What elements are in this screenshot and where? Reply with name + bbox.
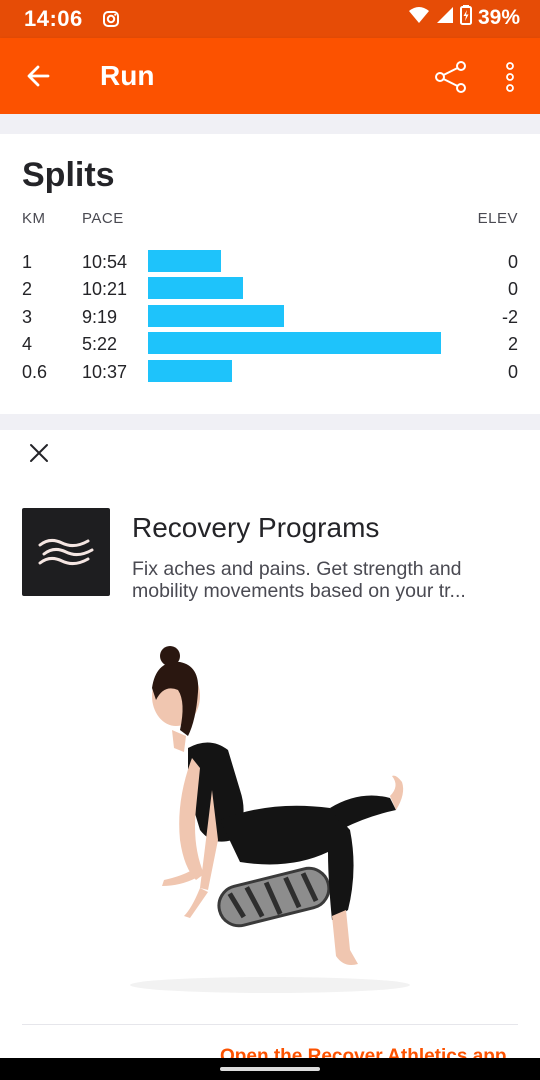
section-divider (0, 414, 540, 430)
close-icon (30, 444, 48, 462)
promo-photo[interactable] (100, 640, 440, 1010)
splits-title: Splits (22, 156, 115, 194)
back-arrow-icon (27, 65, 50, 87)
split-pace: 10:21 (82, 279, 128, 299)
split-km: 0.6 (22, 362, 48, 382)
share-button[interactable] (430, 56, 472, 98)
split-km: 3 (22, 307, 33, 327)
pace-column-header: PACE (82, 210, 124, 227)
split-elev: 0 (507, 279, 518, 299)
splits-card: Splits KM PACE ELEV 1 10:54 0 2 10:21 0 … (0, 134, 540, 414)
signal-icon (436, 6, 454, 29)
app-bar: Run (0, 38, 540, 114)
split-row: 1 10:54 0 (0, 250, 540, 274)
split-elev: -2 (501, 307, 518, 327)
page-title: Run (100, 60, 155, 91)
split-row: 2 10:21 0 (0, 277, 540, 301)
split-elev: 0 (507, 252, 518, 272)
elev-column-header: ELEV (477, 210, 518, 227)
battery-charging-icon (459, 5, 472, 30)
dismiss-promo-button[interactable] (22, 436, 56, 470)
km-column-header: KM (22, 210, 46, 227)
wifi-icon (408, 6, 430, 29)
promo-description: Fix aches and pains. Get strength and mo… (132, 558, 466, 602)
split-km: 1 (22, 252, 33, 272)
instagram-icon (102, 10, 120, 28)
split-km: 4 (22, 334, 33, 354)
promo-divider (22, 1024, 518, 1025)
section-divider (0, 114, 540, 134)
split-row: 3 9:19 -2 (0, 305, 540, 329)
split-elev: 2 (507, 334, 518, 354)
status-indicators: 39% (408, 5, 520, 30)
split-pace: 9:19 (82, 307, 118, 327)
share-icon (435, 61, 466, 93)
home-gesture-handle[interactable] (220, 1067, 320, 1071)
split-pace: 10:37 (82, 362, 128, 382)
back-button[interactable] (18, 56, 58, 96)
status-time: 14:06 (24, 6, 83, 31)
pace-bar (148, 332, 441, 354)
status-bar: 14:06 39% (0, 0, 540, 38)
more-options-button[interactable] (490, 56, 530, 98)
more-vert-icon (506, 62, 514, 92)
promo-title: Recovery Programs (132, 512, 380, 543)
split-row: 4 5:22 2 (0, 332, 540, 356)
pace-bar (148, 277, 243, 299)
battery-percent: 39% (477, 5, 520, 29)
split-km: 2 (22, 279, 33, 299)
split-row: 0.6 10:37 0 (0, 360, 540, 384)
pace-bar (148, 360, 232, 382)
pace-bar (148, 250, 221, 272)
recover-athletics-logo-icon[interactable] (22, 508, 110, 596)
split-pace: 10:54 (82, 252, 128, 272)
split-elev: 0 (507, 362, 518, 382)
split-pace: 5:22 (82, 334, 118, 354)
pace-bar (148, 305, 284, 327)
